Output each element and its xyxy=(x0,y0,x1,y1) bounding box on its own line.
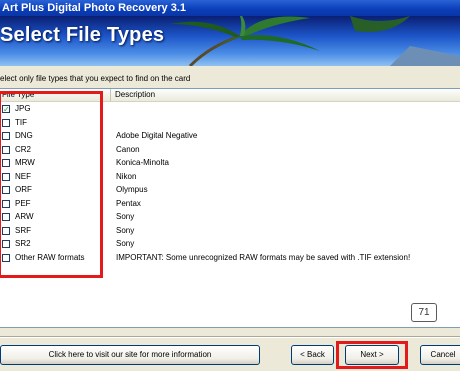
list-item[interactable]: PEF Pentax xyxy=(0,198,460,212)
file-type-checkbox[interactable] xyxy=(2,253,10,262)
visit-site-button[interactable]: Click here to visit our site for more in… xyxy=(0,345,260,365)
list-item[interactable]: ORF Olympus xyxy=(0,184,460,198)
file-type-label: PEF xyxy=(15,198,31,208)
file-type-checkbox[interactable]: ✓ xyxy=(2,105,10,114)
file-type-label: SRF xyxy=(15,225,31,235)
file-type-label: DNG xyxy=(15,131,33,140)
list-item[interactable]: Other RAW formats IMPORTANT: Some unrecog… xyxy=(0,252,460,266)
file-type-description: Konica-Minolta xyxy=(116,158,169,167)
list-item[interactable]: SR2 Sony xyxy=(0,238,460,252)
instruction-text: elect only file types that you expect to… xyxy=(0,74,191,83)
file-type-checkbox[interactable] xyxy=(2,226,10,235)
list-header: File Type Description xyxy=(0,89,460,102)
file-type-description: Adobe Digital Negative xyxy=(116,131,198,140)
file-type-checkbox[interactable] xyxy=(2,213,10,221)
file-type-checkbox[interactable] xyxy=(2,240,10,248)
file-type-label: NEF xyxy=(15,171,31,181)
list-item[interactable]: TIF xyxy=(0,117,460,131)
file-type-label: MRW xyxy=(15,158,35,167)
palm-tree-image xyxy=(170,16,460,66)
button-bar-divider xyxy=(0,336,460,338)
column-header-file-type[interactable]: File Type xyxy=(0,89,111,101)
file-type-checkbox[interactable] xyxy=(2,145,10,154)
file-type-description: Pentax xyxy=(116,198,141,208)
file-type-checkbox[interactable] xyxy=(2,172,10,181)
file-type-description: Nikon xyxy=(116,171,137,181)
file-type-checkbox[interactable] xyxy=(2,199,10,208)
file-type-label: JPG xyxy=(15,104,31,113)
file-type-label: ORF xyxy=(15,185,32,194)
list-item[interactable]: MRW Konica-Minolta xyxy=(0,157,460,171)
list-item[interactable]: NEF Nikon xyxy=(0,171,460,185)
file-type-description: IMPORTANT: Some unrecognized RAW formats… xyxy=(116,252,411,262)
file-type-checkbox[interactable] xyxy=(2,186,10,194)
next-button[interactable]: Next > xyxy=(345,345,399,365)
window-title-bar: Art Plus Digital Photo Recovery 3.1 xyxy=(0,0,460,16)
file-type-description: Sony xyxy=(116,212,135,221)
header-banner: Select File Types xyxy=(0,16,460,66)
list-item[interactable]: ARW Sony xyxy=(0,211,460,225)
list-item[interactable]: DNG Adobe Digital Negative xyxy=(0,130,460,144)
column-header-description[interactable]: Description xyxy=(111,89,460,101)
page-title: Select File Types xyxy=(0,24,165,46)
window-title: Art Plus Digital Photo Recovery 3.1 xyxy=(2,2,186,14)
list-item[interactable]: SRF Sony xyxy=(0,225,460,239)
cancel-button[interactable]: Cancel xyxy=(420,345,460,365)
file-type-label: ARW xyxy=(15,212,34,221)
list-item[interactable]: ✓ JPG xyxy=(0,103,460,117)
file-type-label: CR2 xyxy=(15,144,32,154)
file-type-description: Canon xyxy=(116,144,140,154)
file-type-description: Olympus xyxy=(116,185,148,194)
file-type-list[interactable]: File Type Description ✓ JPG TIF DNG Adobe Di… xyxy=(0,88,460,328)
file-type-label: Other RAW formats xyxy=(15,252,85,262)
file-type-description: Sony xyxy=(116,225,135,235)
file-type-label: TIF xyxy=(15,117,27,127)
step-number-badge: 71 xyxy=(411,303,437,322)
file-type-checkbox[interactable] xyxy=(2,118,10,127)
list-item[interactable]: CR2 Canon xyxy=(0,144,460,158)
file-type-description: Sony xyxy=(116,239,135,248)
file-type-checkbox[interactable] xyxy=(2,159,10,167)
file-type-label: SR2 xyxy=(15,239,31,248)
back-button[interactable]: < Back xyxy=(291,345,334,365)
file-type-checkbox[interactable] xyxy=(2,132,10,140)
